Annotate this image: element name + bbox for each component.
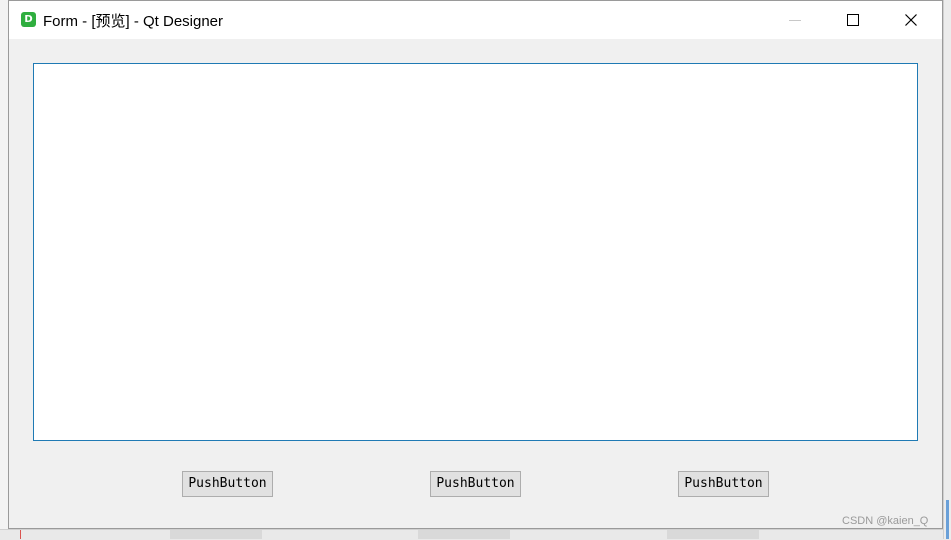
background-scroll-indicator [946, 500, 949, 539]
title-bar[interactable]: D Form - [预览] - Qt Designer [9, 1, 942, 39]
push-button-2[interactable]: PushButton [430, 471, 521, 497]
push-button-1[interactable]: PushButton [182, 471, 273, 497]
close-button[interactable] [882, 1, 940, 39]
text-edit-area[interactable] [33, 63, 918, 441]
background-guide-line [20, 530, 21, 539]
background-segment [418, 530, 510, 539]
window-title: Form - [预览] - Qt Designer [43, 13, 224, 30]
watermark-text: CSDN @kaien_Q [842, 515, 929, 527]
close-icon [905, 14, 917, 26]
push-button-3[interactable]: PushButton [678, 471, 769, 497]
background-right-edge [943, 0, 951, 539]
qt-designer-app-icon: D [21, 12, 36, 27]
minimize-button[interactable] [766, 1, 824, 39]
maximize-button[interactable] [824, 1, 882, 39]
maximize-icon [847, 14, 859, 26]
background-segment [170, 530, 262, 539]
preview-window: D Form - [预览] - Qt Designer PushButton P… [8, 0, 943, 529]
background-segment [667, 530, 759, 539]
minimize-icon [789, 20, 801, 21]
